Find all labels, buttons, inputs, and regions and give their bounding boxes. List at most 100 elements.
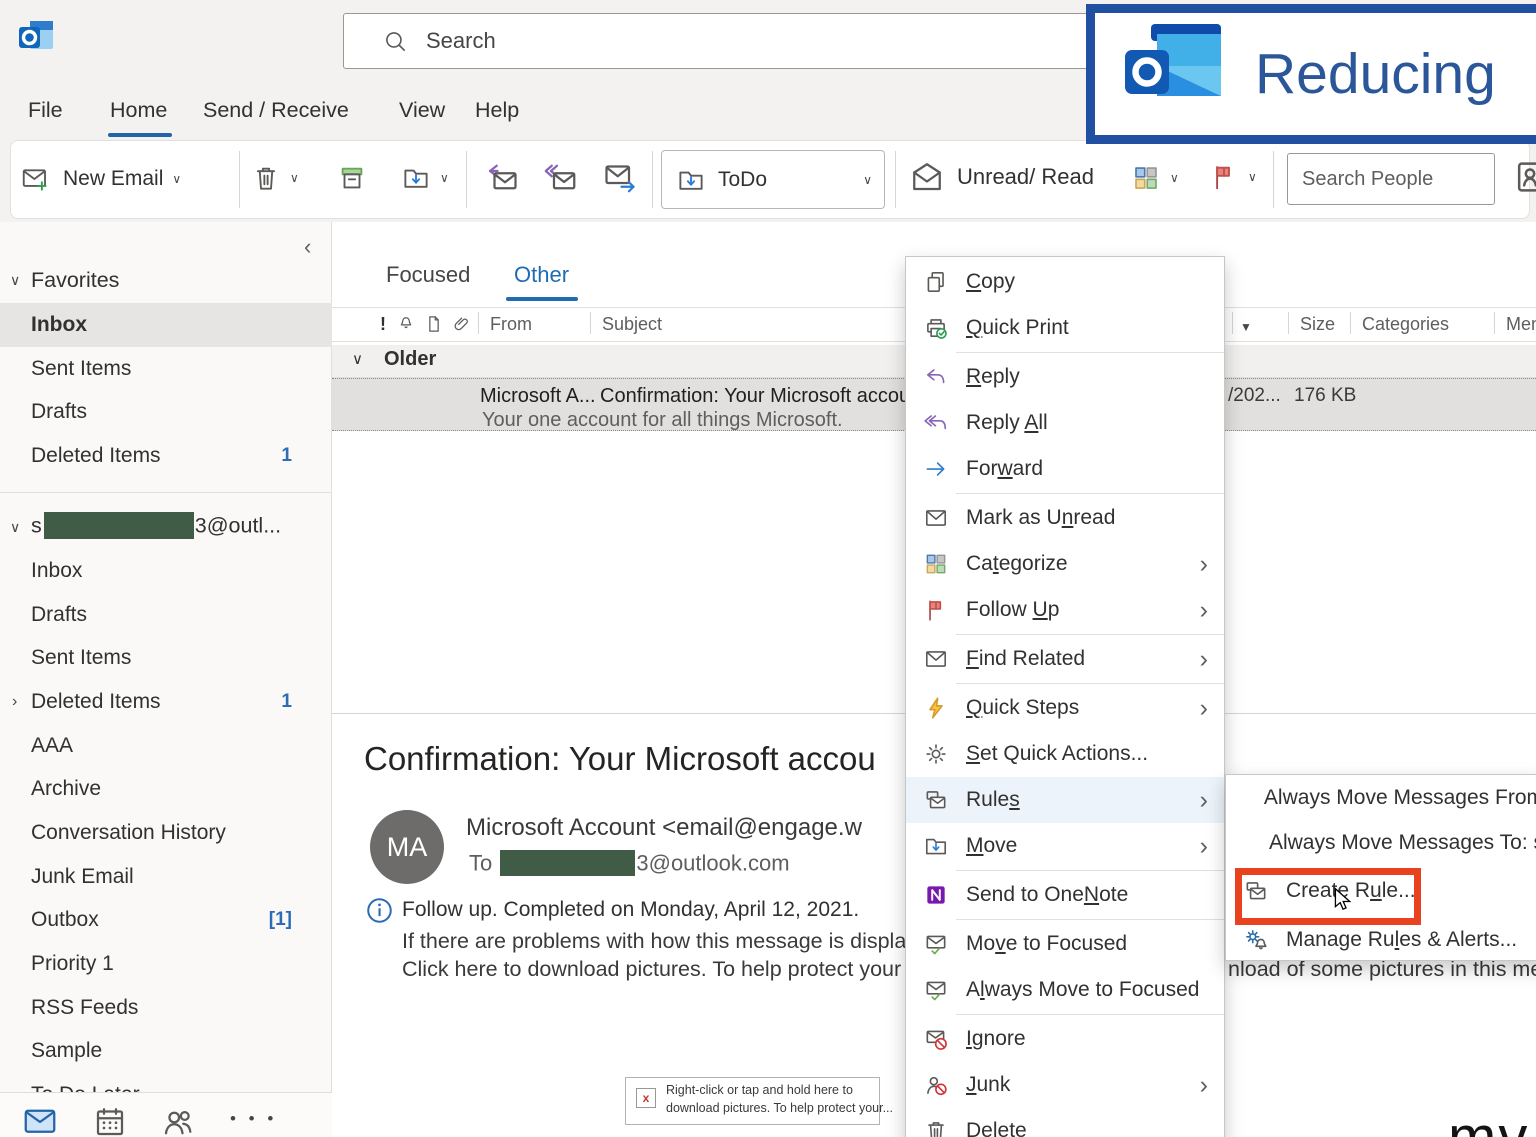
column-mention[interactable]: Men bbox=[1506, 314, 1536, 335]
sidebar-item-drafts[interactable]: Drafts bbox=[0, 593, 332, 637]
menu-item-reply-all[interactable]: Reply All bbox=[906, 400, 1224, 446]
item-type-icon[interactable] bbox=[424, 314, 444, 334]
folder-label: Conversation History bbox=[31, 821, 226, 845]
move-icon bbox=[921, 833, 951, 859]
column-categories[interactable]: Categories bbox=[1362, 314, 1449, 335]
tab-other[interactable]: Other bbox=[514, 262, 569, 288]
menu-item-rules[interactable]: Rules› bbox=[906, 777, 1224, 823]
people-nav-icon[interactable] bbox=[160, 1104, 196, 1137]
info-icon bbox=[366, 897, 393, 924]
menu-item-reply[interactable]: Reply bbox=[906, 354, 1224, 400]
sidebar-item-drafts[interactable]: Drafts bbox=[0, 390, 332, 434]
quick-step-todo-button[interactable]: ToDo ∨ bbox=[661, 150, 885, 209]
mail-nav-icon[interactable] bbox=[22, 1104, 58, 1137]
attachment-icon[interactable] bbox=[452, 314, 472, 334]
menu-item-categorize[interactable]: Categorize› bbox=[906, 541, 1224, 587]
column-subject[interactable]: Subject bbox=[602, 314, 662, 335]
blocked-image-placeholder[interactable]: x Right-click or tap and hold here to do… bbox=[625, 1077, 880, 1125]
delete-button[interactable]: ∨ bbox=[251, 163, 299, 193]
archive-button[interactable] bbox=[337, 163, 367, 193]
account-header[interactable]: ∨ s3@outl... bbox=[0, 505, 332, 549]
search-people-input[interactable]: Search People bbox=[1287, 153, 1495, 205]
menu-item-quick-steps[interactable]: Quick Steps› bbox=[906, 685, 1224, 731]
menu-view[interactable]: View bbox=[399, 98, 445, 123]
favorites-header[interactable]: ∨ Favorites bbox=[0, 258, 332, 302]
sender-avatar[interactable]: MA bbox=[370, 810, 444, 884]
submenu-item-always-move-messages-from[interactable]: Always Move Messages From bbox=[1226, 775, 1536, 820]
sidebar-item-sent-items[interactable]: Sent Items bbox=[0, 347, 332, 391]
categorize-icon bbox=[921, 551, 951, 577]
menu-item-follow-up[interactable]: Follow Up› bbox=[906, 587, 1224, 633]
calendar-nav-icon[interactable] bbox=[92, 1104, 128, 1137]
reply-all-button[interactable] bbox=[541, 159, 579, 195]
sidebar-item-inbox[interactable]: Inbox bbox=[0, 303, 332, 347]
menu-item-forward[interactable]: Forward bbox=[906, 446, 1224, 492]
sidebar-item-outbox[interactable]: Outbox[1] bbox=[0, 899, 332, 943]
menu-item-set-quick-actions[interactable]: Set Quick Actions... bbox=[906, 731, 1224, 777]
context-menu: CopyQuick PrintReplyReply AllForwardMark… bbox=[905, 256, 1225, 1137]
sidebar-item-sample[interactable]: Sample bbox=[0, 1030, 332, 1074]
chevron-down-icon: ∨ bbox=[1170, 171, 1179, 185]
junk-icon bbox=[921, 1072, 951, 1098]
infobar-line2[interactable]: Click here to download pictures. To help… bbox=[402, 957, 954, 982]
sidebar-item-conversation-history[interactable]: Conversation History bbox=[0, 811, 332, 855]
menu-help[interactable]: Help bbox=[475, 98, 519, 123]
menu-item-label: Move to Focused bbox=[966, 932, 1127, 956]
menu-file[interactable]: File bbox=[28, 98, 63, 123]
sidebar-item-deleted-items[interactable]: Deleted Items1 bbox=[0, 434, 332, 478]
address-book-button[interactable] bbox=[1515, 157, 1536, 197]
menu-item-move[interactable]: Move› bbox=[906, 823, 1224, 869]
unread-count-badge: [1] bbox=[269, 909, 292, 931]
reminder-bell-icon[interactable] bbox=[396, 314, 416, 334]
forward-button[interactable] bbox=[601, 159, 639, 195]
menu-item-always-move-to-focused[interactable]: Always Move to Focused bbox=[906, 967, 1224, 1013]
menu-item-junk[interactable]: Junk› bbox=[906, 1062, 1224, 1108]
sender-line[interactable]: Microsoft Account <email@engage.w bbox=[466, 814, 862, 842]
menu-item-move-to-focused[interactable]: Move to Focused bbox=[906, 921, 1224, 967]
menu-item-quick-print[interactable]: Quick Print bbox=[906, 305, 1224, 351]
search-bar[interactable]: Search bbox=[343, 13, 1093, 69]
menu-send-receive[interactable]: Send / Receive bbox=[203, 98, 349, 123]
sidebar-item-priority-1[interactable]: Priority 1 bbox=[0, 942, 332, 986]
follow-up-button[interactable]: ∨ bbox=[1209, 161, 1257, 193]
sidebar-item-inbox[interactable]: Inbox bbox=[0, 549, 332, 593]
submenu-item-label: Manage Rules & Alerts... bbox=[1286, 928, 1517, 952]
menu-item-ignore[interactable]: Ignore bbox=[906, 1016, 1224, 1062]
menu-item-send-to-onenote[interactable]: Send to OneNote bbox=[906, 872, 1224, 918]
sidebar-item-aaa[interactable]: AAA bbox=[0, 724, 332, 768]
reply-icon bbox=[483, 159, 521, 195]
tab-focused[interactable]: Focused bbox=[386, 262, 470, 288]
sidebar-item-rss-feeds[interactable]: RSS Feeds bbox=[0, 986, 332, 1030]
submenu-arrow-icon: › bbox=[1200, 550, 1208, 579]
sidebar-item-junk-email[interactable]: Junk Email bbox=[0, 855, 332, 899]
folder-label: AAA bbox=[31, 734, 73, 758]
column-importance[interactable]: ! bbox=[380, 314, 386, 335]
submenu-item-always-move-messages-to-s[interactable]: Always Move Messages To: s bbox=[1226, 820, 1536, 865]
column-size[interactable]: Size bbox=[1300, 314, 1335, 335]
new-email-button[interactable]: New Email ∨ bbox=[19, 153, 181, 205]
sidebar-item-deleted-items[interactable]: ›Deleted Items1 bbox=[0, 680, 332, 724]
menu-item-find-related[interactable]: Find Related› bbox=[906, 636, 1224, 682]
sort-indicator-icon[interactable]: ▼ bbox=[1240, 320, 1252, 334]
sidebar-item-sent-items[interactable]: Sent Items bbox=[0, 636, 332, 680]
column-from[interactable]: From bbox=[490, 314, 532, 335]
collapse-sidebar-icon[interactable]: ‹ bbox=[304, 234, 311, 260]
favorites-label: Favorites bbox=[31, 268, 119, 293]
menu-item-copy[interactable]: Copy bbox=[906, 259, 1224, 305]
submenu-arrow-icon: › bbox=[1200, 1071, 1208, 1100]
expand-chevron-icon[interactable]: › bbox=[12, 693, 17, 711]
menu-home[interactable]: Home bbox=[110, 98, 167, 123]
reply-all-icon bbox=[921, 410, 951, 436]
unread-read-button[interactable]: Unread/ Read bbox=[909, 159, 1094, 195]
chevron-down-icon[interactable]: ∨ bbox=[863, 173, 872, 187]
blocked-image-x-icon: x bbox=[636, 1088, 656, 1108]
sidebar-item-archive[interactable]: Archive bbox=[0, 767, 332, 811]
move-button[interactable]: ∨ bbox=[401, 163, 449, 193]
more-apps-icon[interactable]: • • • bbox=[230, 1109, 277, 1129]
menu-item-delete[interactable]: Delete bbox=[906, 1108, 1224, 1137]
open-envelope-icon bbox=[909, 159, 945, 195]
outlook-app-icon[interactable] bbox=[16, 18, 56, 58]
menu-item-mark-as-unread[interactable]: Mark as Unread bbox=[906, 495, 1224, 541]
reply-button[interactable] bbox=[483, 159, 521, 195]
categorize-button[interactable]: ∨ bbox=[1131, 163, 1179, 193]
